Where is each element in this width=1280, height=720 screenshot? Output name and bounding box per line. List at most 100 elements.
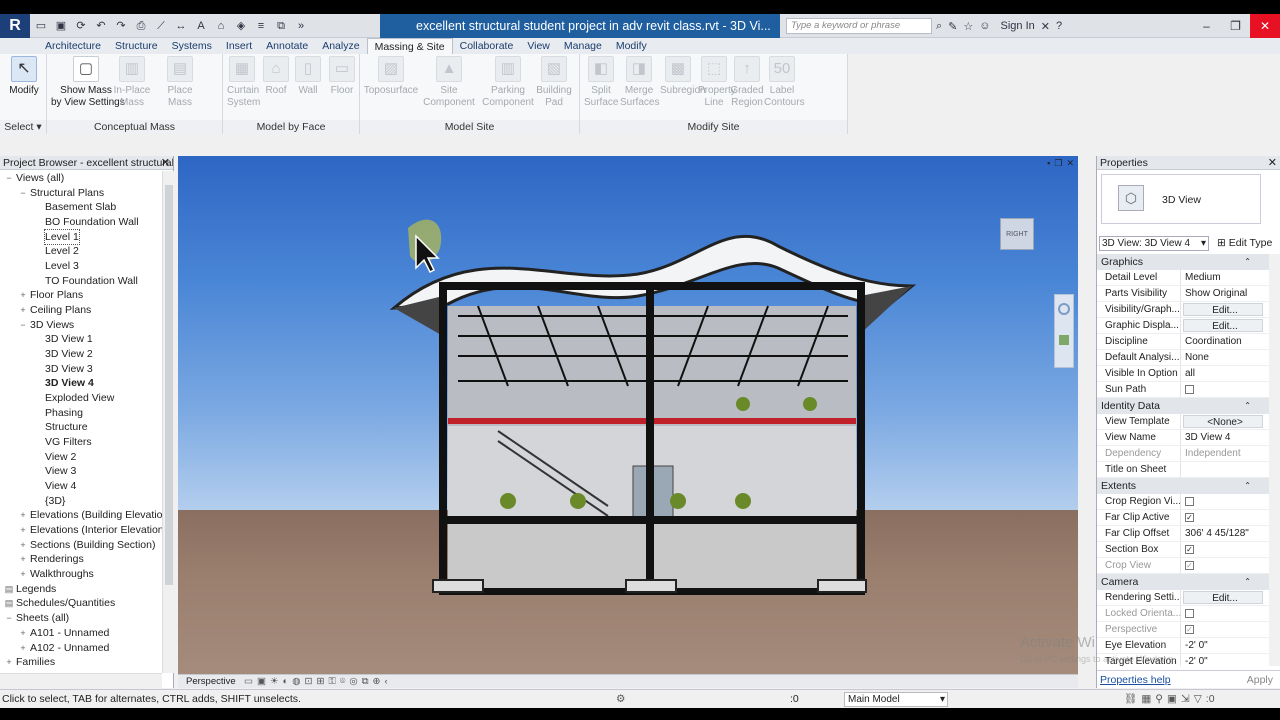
- property-category[interactable]: Extents ⌃: [1097, 478, 1269, 494]
- property-category[interactable]: Identity Data ⌃: [1097, 398, 1269, 414]
- expand-toggle-icon[interactable]: +: [18, 538, 28, 553]
- ribbon-tab-systems[interactable]: Systems: [165, 38, 219, 54]
- expand-toggle-icon[interactable]: +: [18, 288, 28, 303]
- property-value[interactable]: 3D View 4: [1181, 430, 1269, 445]
- tree-item[interactable]: Exploded View: [0, 391, 162, 406]
- redo-icon[interactable]: ↷: [112, 17, 130, 35]
- schedule-icon[interactable]: ▤: [4, 582, 14, 597]
- undo-icon[interactable]: ↶: [92, 17, 110, 35]
- temp-hide-icon[interactable]: ⌾: [340, 675, 346, 688]
- minimize-icon[interactable]: ▪: [1047, 158, 1050, 169]
- tree-item[interactable]: View 2: [0, 450, 162, 465]
- tool-site-component-button[interactable]: ▲ Site Component: [420, 56, 478, 109]
- revit-logo-button[interactable]: R: [0, 14, 30, 38]
- analytical-icon[interactable]: ⊕: [373, 675, 381, 688]
- select-links-icon[interactable]: ⛓: [1124, 690, 1137, 708]
- tree-item[interactable]: + Sections (Building Section): [0, 538, 162, 553]
- browser-scrollbar[interactable]: [162, 171, 174, 673]
- ribbon-tab-architecture[interactable]: Architecture: [38, 38, 108, 54]
- navigation-bar[interactable]: [1054, 294, 1074, 368]
- measure-icon[interactable]: ⟋: [152, 17, 170, 35]
- tree-item[interactable]: + Families: [0, 655, 162, 670]
- tree-item[interactable]: − Sheets (all): [0, 611, 162, 626]
- building-section-model[interactable]: [178, 156, 1078, 674]
- 3d-view-icon[interactable]: ⌂: [212, 17, 230, 35]
- steering-wheel-icon[interactable]: [1058, 303, 1070, 315]
- tree-item[interactable]: TO Foundation Wall: [0, 274, 162, 289]
- expand-toggle-icon[interactable]: +: [18, 626, 28, 641]
- property-value[interactable]: -2' 0": [1181, 654, 1269, 666]
- collapse-icon[interactable]: ⌃: [1244, 478, 1251, 494]
- design-option-select[interactable]: Main Model ▾: [844, 692, 948, 707]
- tree-item[interactable]: 3D View 3: [0, 362, 162, 377]
- properties-scrollbar[interactable]: [1269, 254, 1280, 666]
- zoom-icon[interactable]: [1059, 335, 1069, 345]
- drag-elements-icon[interactable]: ⇲: [1181, 690, 1190, 708]
- tree-item[interactable]: −3D Views: [0, 318, 162, 333]
- worksharing-icon[interactable]: ⧉: [362, 675, 369, 688]
- modify-button[interactable]: ↖ Modify: [6, 56, 42, 97]
- tree-item[interactable]: ▤ Legends: [0, 582, 162, 597]
- property-value[interactable]: Coordination: [1181, 334, 1269, 349]
- property-value[interactable]: Medium: [1181, 270, 1269, 285]
- ribbon-tab-modify[interactable]: Modify: [609, 38, 654, 54]
- tree-item[interactable]: + Ceiling Plans: [0, 303, 162, 318]
- property-value[interactable]: ✓: [1181, 510, 1269, 525]
- tool-in-place-mass-button[interactable]: ▥ In-Place Mass: [111, 56, 153, 109]
- scroll-left-icon[interactable]: ‹: [384, 675, 387, 688]
- worksets-icon[interactable]: ⚙: [616, 690, 625, 708]
- tool-label-contours-button[interactable]: 50 Label Contours: [764, 56, 805, 109]
- tool-subregion-button[interactable]: ▩ Subregion: [660, 56, 706, 97]
- property-value[interactable]: 306' 4 45/128": [1181, 526, 1269, 541]
- subscription-icon[interactable]: ✎: [948, 20, 957, 33]
- sun-path-icon[interactable]: ☀: [270, 675, 279, 688]
- tree-item[interactable]: View 3: [0, 464, 162, 479]
- sync-icon[interactable]: ⟳: [72, 17, 90, 35]
- apply-button[interactable]: Apply: [1247, 671, 1273, 689]
- tag-icon[interactable]: A: [192, 17, 210, 35]
- tool-merge-surfaces-button[interactable]: ◨ Merge Surfaces: [620, 56, 659, 109]
- ribbon-tab-collaborate[interactable]: Collaborate: [453, 38, 521, 54]
- tree-item[interactable]: Level 2: [0, 244, 162, 259]
- tree-item[interactable]: − Views (all): [0, 171, 162, 186]
- ribbon-tab-annotate[interactable]: Annotate: [259, 38, 315, 54]
- crop-icon[interactable]: ⊡: [305, 675, 313, 688]
- tool-floor-button[interactable]: ▭ Floor: [327, 56, 357, 97]
- property-edit-button[interactable]: Edit...: [1183, 319, 1263, 332]
- tree-item[interactable]: ▤ Schedules/Quantities: [0, 596, 162, 611]
- save-icon[interactable]: ▣: [52, 17, 70, 35]
- visual-style-icon[interactable]: ▣: [257, 675, 266, 688]
- tool-parking-component-button[interactable]: ▥ Parking Component: [480, 56, 536, 109]
- tool-split-surface-button[interactable]: ◧ Split Surface: [584, 56, 618, 109]
- tree-item[interactable]: 3D View 2: [0, 347, 162, 362]
- property-edit-button[interactable]: Edit...: [1183, 303, 1263, 316]
- tree-item[interactable]: 3D View 4: [0, 376, 162, 391]
- tree-item[interactable]: − Structural Plans: [0, 186, 162, 201]
- tool-toposurface-button[interactable]: ▨ Toposurface: [362, 56, 420, 97]
- dimension-icon[interactable]: ↔: [172, 17, 190, 35]
- type-selector[interactable]: ⬡ 3D View: [1101, 174, 1261, 224]
- search-input[interactable]: Type a keyword or phrase: [786, 18, 932, 34]
- ribbon-tab-view[interactable]: View: [520, 38, 557, 54]
- tree-item[interactable]: Structure: [0, 420, 162, 435]
- close-icon[interactable]: ✕: [1250, 14, 1280, 38]
- expand-toggle-icon[interactable]: +: [18, 641, 28, 656]
- tree-item[interactable]: + A102 - Unnamed: [0, 641, 162, 656]
- expand-toggle-icon[interactable]: +: [4, 655, 14, 670]
- tool-curtain-system-button[interactable]: ▦ Curtain System: [227, 56, 260, 109]
- schedule-icon[interactable]: ▤: [4, 596, 14, 611]
- tree-item[interactable]: + A101 - Unnamed: [0, 626, 162, 641]
- tree-item[interactable]: Level 3: [0, 259, 162, 274]
- property-value[interactable]: Show Original: [1181, 286, 1269, 301]
- property-edit-button[interactable]: Edit...: [1183, 591, 1263, 604]
- print-icon[interactable]: ⎙: [132, 17, 150, 35]
- lock-view-icon[interactable]: ⚿: [328, 675, 335, 688]
- properties-help-link[interactable]: Properties help: [1100, 671, 1171, 689]
- tree-item[interactable]: Level 1: [0, 228, 162, 246]
- edit-type-button[interactable]: ⊞ Edit Type: [1217, 236, 1272, 251]
- ribbon-tab-manage[interactable]: Manage: [557, 38, 609, 54]
- exchange-icon[interactable]: ✕: [1041, 20, 1050, 33]
- expand-toggle-icon[interactable]: −: [4, 611, 14, 626]
- ribbon-tab-insert[interactable]: Insert: [219, 38, 259, 54]
- section-icon[interactable]: ◈: [232, 17, 250, 35]
